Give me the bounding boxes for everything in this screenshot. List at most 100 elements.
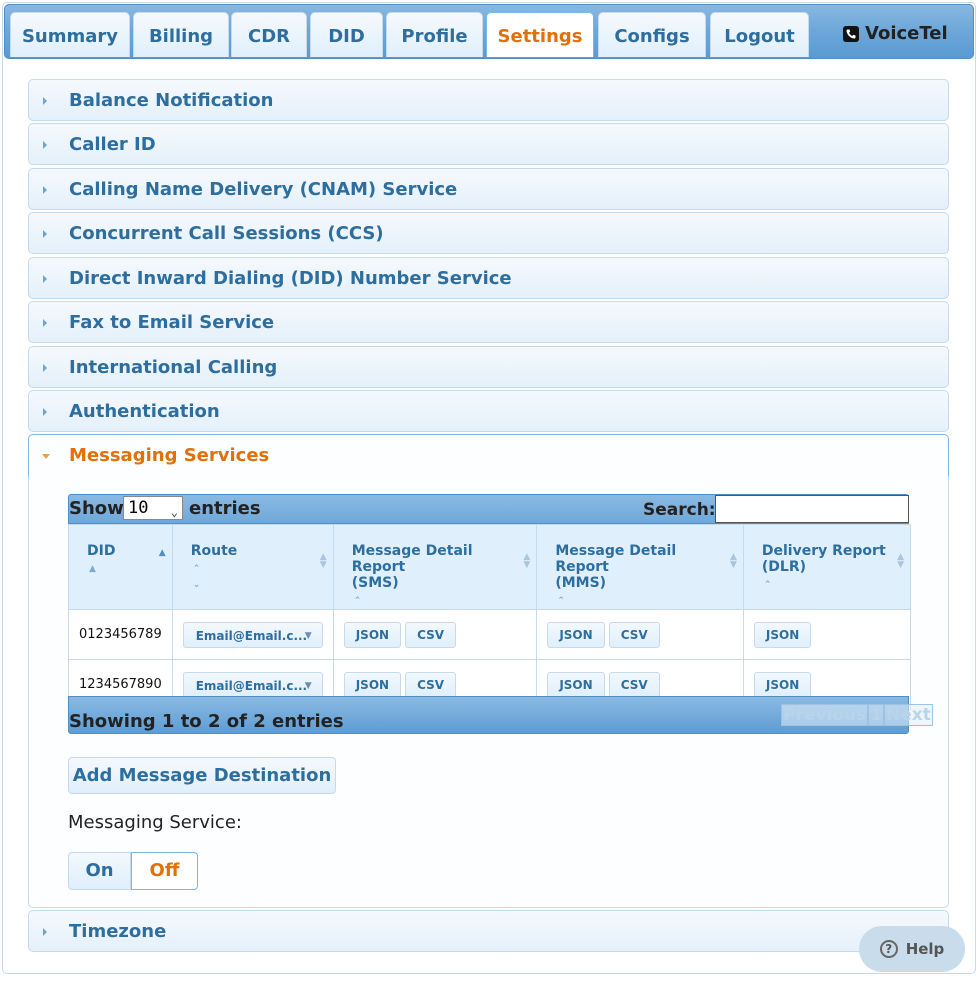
column-title: Message Detail Report — [555, 543, 677, 575]
expand-arrow-icon — [43, 408, 47, 416]
column-title: Message Detail Report — [351, 543, 473, 575]
chevron-down-icon: ⌄ — [170, 505, 178, 519]
sort-icon: ⌃ — [353, 596, 362, 606]
column-title: Delivery Report — [761, 543, 886, 559]
search-input[interactable] — [715, 495, 909, 523]
messaging-table: DID ▲ ▲ Route ⌃ ⌄ ▲ ▼ Message Detail Repor… — [68, 524, 912, 710]
brand-name: VoiceTel — [865, 23, 948, 44]
sms-csv-button[interactable]: CSV — [405, 671, 457, 698]
collapse-arrow-icon — [42, 454, 50, 459]
tab-did[interactable]: DID — [310, 12, 383, 57]
section-authentication[interactable]: Authentication — [28, 390, 949, 432]
pagination: Previous 1 Next — [781, 704, 933, 726]
section-cnam[interactable]: Calling Name Delivery (CNAM) Service — [28, 168, 949, 210]
top-navigation-bar: Summary Billing CDR DID Profile Settings… — [4, 4, 974, 59]
column-subtitle: (MMS) — [555, 575, 607, 591]
sms-json-button[interactable]: JSON — [343, 621, 402, 648]
question-mark-icon: ? — [879, 940, 898, 958]
route-value: Email@Email.c... — [195, 628, 308, 643]
sms-json-button[interactable]: JSON — [343, 671, 402, 698]
messaging-service-label: Messaging Service: — [68, 812, 242, 833]
help-button[interactable]: ? Help — [859, 926, 965, 972]
column-subtitle: (DLR) — [761, 559, 807, 575]
section-timezone[interactable]: Timezone — [28, 910, 949, 952]
table-row: 0123456789 Email@Email.c... ▼ JSON CSV JSO… — [68, 609, 912, 660]
sort-indicator-icon: ▲ ▼ — [729, 552, 737, 570]
column-subtitle: (SMS) — [351, 575, 399, 591]
sort-asc-icon: ▲ — [89, 564, 96, 574]
section-ccs[interactable]: Concurrent Call Sessions (CCS) — [28, 212, 949, 254]
mms-report-cell: JSON CSV — [536, 609, 744, 660]
table-toolbar: Show 10 ⌄ entries Search: — [68, 494, 909, 524]
sort-indicator-icon: ▲ — [158, 548, 166, 558]
tab-logout[interactable]: Logout — [710, 12, 809, 57]
expand-arrow-icon — [43, 319, 47, 327]
tab-profile[interactable]: Profile — [386, 12, 483, 57]
section-label: Timezone — [69, 921, 167, 942]
sort-icon: ⌃ — [557, 596, 565, 606]
sort-indicator-icon: ▲ ▼ — [897, 552, 904, 570]
page-size-value: 10 — [128, 498, 149, 518]
column-header-did[interactable]: DID ▲ ▲ — [68, 524, 173, 610]
tab-cdr[interactable]: CDR — [231, 12, 307, 57]
brand: VoiceTel — [843, 23, 948, 44]
expand-arrow-icon — [43, 364, 47, 372]
expand-arrow-icon — [43, 97, 47, 105]
search-label: Search: — [643, 500, 716, 520]
section-label: Calling Name Delivery (CNAM) Service — [69, 179, 458, 200]
tab-settings[interactable]: Settings — [486, 12, 594, 57]
column-title: Route — [190, 543, 238, 559]
page-size-select[interactable]: 10 ⌄ — [123, 496, 183, 520]
help-label: Help — [905, 940, 945, 958]
next-button[interactable]: Next — [884, 704, 933, 726]
sort-indicator-icon: ▲ ▼ — [523, 552, 531, 570]
dlr-json-button[interactable]: JSON — [753, 621, 812, 648]
chevron-down-icon: ▼ — [304, 630, 312, 641]
tab-configs[interactable]: Configs — [598, 12, 706, 57]
section-balance-notification[interactable]: Balance Notification — [28, 79, 949, 121]
tab-billing[interactable]: Billing — [133, 12, 229, 57]
column-header-mms-report[interactable]: Message Detail Report (MMS) ⌃ ▲ ▼ — [536, 524, 744, 610]
route-select[interactable]: Email@Email.c... ▼ — [182, 671, 323, 698]
toggle-on-button[interactable]: On — [68, 852, 131, 890]
table-info: Showing 1 to 2 of 2 entries — [69, 711, 344, 732]
route-value: Email@Email.c... — [195, 678, 308, 693]
section-messaging-services[interactable]: Messaging Services — [28, 434, 949, 477]
dlr-json-button[interactable]: JSON — [753, 671, 812, 698]
sort-indicator-icon: ▲ ▼ — [319, 552, 327, 570]
entries-label: entries — [189, 498, 261, 519]
section-fax-to-email[interactable]: Fax to Email Service — [28, 301, 949, 343]
route-select[interactable]: Email@Email.c... ▼ — [182, 621, 323, 648]
column-header-sms-report[interactable]: Message Detail Report (SMS) ⌃ ▲ ▼ — [332, 524, 538, 610]
expand-arrow-icon — [43, 275, 47, 283]
route-cell: Email@Email.c... ▼ — [171, 609, 334, 660]
section-label: Direct Inward Dialing (DID) Number Servi… — [69, 268, 512, 289]
page-button[interactable]: 1 — [868, 704, 885, 726]
mms-json-button[interactable]: JSON — [547, 671, 605, 698]
mms-json-button[interactable]: JSON — [547, 621, 605, 648]
section-caller-id[interactable]: Caller ID — [28, 123, 949, 165]
section-label: Fax to Email Service — [69, 312, 275, 333]
section-international-calling[interactable]: International Calling — [28, 346, 949, 388]
expand-arrow-icon — [43, 928, 47, 936]
column-header-route[interactable]: Route ⌃ ⌄ ▲ ▼ — [171, 524, 334, 610]
sms-csv-button[interactable]: CSV — [405, 621, 457, 648]
mms-csv-button[interactable]: CSV — [608, 621, 660, 648]
sort-icon: ⌃ — [763, 580, 772, 590]
sort-icon: ⌃ ⌄ — [192, 564, 201, 590]
mms-csv-button[interactable]: CSV — [608, 671, 660, 698]
section-label: Messaging Services — [69, 445, 270, 466]
column-header-dlr-report[interactable]: Delivery Report (DLR) ⌃ ▲ ▼ — [742, 524, 912, 610]
chevron-down-icon: ▼ — [304, 680, 312, 691]
dlr-report-cell: JSON — [742, 609, 912, 660]
previous-button[interactable]: Previous — [781, 704, 869, 726]
toggle-off-button[interactable]: Off — [131, 852, 198, 890]
add-message-destination-button[interactable]: Add Message Destination — [68, 757, 336, 794]
messaging-service-toggle: On Off — [68, 852, 198, 890]
sms-report-cell: JSON CSV — [332, 609, 538, 660]
section-label: Authentication — [69, 401, 220, 422]
tab-summary[interactable]: Summary — [10, 12, 130, 57]
section-did-service[interactable]: Direct Inward Dialing (DID) Number Servi… — [28, 257, 949, 299]
show-label: Show — [69, 498, 124, 519]
section-label: Balance Notification — [69, 90, 274, 111]
